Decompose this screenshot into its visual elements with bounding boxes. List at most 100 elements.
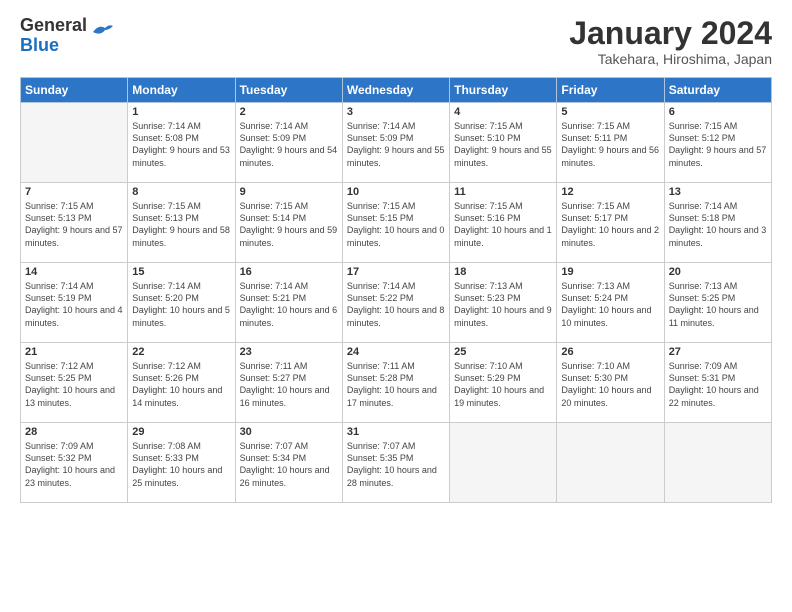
calendar-cell [664, 423, 771, 503]
day-number: 3 [347, 106, 445, 118]
weekday-header-thursday: Thursday [450, 78, 557, 103]
calendar-cell: 2Sunrise: 7:14 AMSunset: 5:09 PMDaylight… [235, 103, 342, 183]
day-number: 1 [132, 106, 230, 118]
day-info: Sunrise: 7:15 AMSunset: 5:11 PMDaylight:… [561, 120, 659, 169]
day-info: Sunrise: 7:15 AMSunset: 5:17 PMDaylight:… [561, 200, 659, 249]
calendar-cell [557, 423, 664, 503]
day-info: Sunrise: 7:14 AMSunset: 5:09 PMDaylight:… [347, 120, 445, 169]
calendar-cell [21, 103, 128, 183]
day-info: Sunrise: 7:07 AMSunset: 5:35 PMDaylight:… [347, 440, 445, 489]
day-info: Sunrise: 7:12 AMSunset: 5:25 PMDaylight:… [25, 360, 123, 409]
day-number: 29 [132, 426, 230, 438]
calendar-cell: 29Sunrise: 7:08 AMSunset: 5:33 PMDayligh… [128, 423, 235, 503]
day-number: 26 [561, 346, 659, 358]
calendar-cell: 12 Sunrise: 7:15 AMSunset: 5:17 PMDayligh… [557, 183, 664, 263]
day-info: Sunrise: 7:11 AMSunset: 5:28 PMDaylight:… [347, 360, 445, 409]
day-info: Sunrise: 7:14 AMSunset: 5:18 PMDaylight:… [669, 200, 767, 249]
day-number: 31 [347, 426, 445, 438]
calendar-cell: 4 Sunrise: 7:15 AMSunset: 5:10 PMDaylight… [450, 103, 557, 183]
day-info: Sunrise: 7:12 AMSunset: 5:26 PMDaylight:… [132, 360, 230, 409]
day-number: 6 [669, 106, 767, 118]
calendar-cell: 20 Sunrise: 7:13 AMSunset: 5:25 PMDayligh… [664, 263, 771, 343]
logo-text: General Blue [20, 16, 87, 56]
calendar-cell: 11 Sunrise: 7:15 AMSunset: 5:16 PMDayligh… [450, 183, 557, 263]
day-number: 25 [454, 346, 552, 358]
month-title: January 2024 [569, 16, 772, 51]
title-area: January 2024 Takehara, Hiroshima, Japan [569, 16, 772, 67]
day-info: Sunrise: 7:14 AMSunset: 5:09 PMDaylight:… [240, 120, 338, 169]
calendar-cell: 30 Sunrise: 7:07 AMSunset: 5:34 PMDayligh… [235, 423, 342, 503]
calendar-cell: 6 Sunrise: 7:15 AMSunset: 5:12 PMDaylight… [664, 103, 771, 183]
day-number: 4 [454, 106, 552, 118]
day-info: Sunrise: 7:13 AMSunset: 5:25 PMDaylight:… [669, 280, 767, 329]
calendar-cell: 8Sunrise: 7:15 AMSunset: 5:13 PMDaylight… [128, 183, 235, 263]
logo-general: General [20, 15, 87, 35]
weekday-header-friday: Friday [557, 78, 664, 103]
calendar-cell: 22 Sunrise: 7:12 AMSunset: 5:26 PMDayligh… [128, 343, 235, 423]
day-number: 14 [25, 266, 123, 278]
day-number: 30 [240, 426, 338, 438]
day-info: Sunrise: 7:10 AMSunset: 5:29 PMDaylight:… [454, 360, 552, 409]
day-number: 18 [454, 266, 552, 278]
calendar-cell: 27Sunrise: 7:09 AMSunset: 5:31 PMDayligh… [664, 343, 771, 423]
calendar-cell: 1 Sunrise: 7:14 AMSunset: 5:08 PMDaylight… [128, 103, 235, 183]
day-info: Sunrise: 7:14 AMSunset: 5:08 PMDaylight:… [132, 120, 230, 169]
day-number: 27 [669, 346, 767, 358]
calendar-cell: 31 Sunrise: 7:07 AMSunset: 5:35 PMDayligh… [342, 423, 449, 503]
day-number: 13 [669, 186, 767, 198]
day-info: Sunrise: 7:15 AMSunset: 5:16 PMDaylight:… [454, 200, 552, 249]
calendar-week-row: 14 Sunrise: 7:14 AMSunset: 5:19 PMDayligh… [21, 263, 772, 343]
day-info: Sunrise: 7:15 AMSunset: 5:12 PMDaylight:… [669, 120, 767, 169]
calendar-cell: 23 Sunrise: 7:11 AMSunset: 5:27 PMDayligh… [235, 343, 342, 423]
calendar-cell: 19 Sunrise: 7:13 AMSunset: 5:24 PMDayligh… [557, 263, 664, 343]
calendar-cell: 7 Sunrise: 7:15 AMSunset: 5:13 PMDaylight… [21, 183, 128, 263]
day-info: Sunrise: 7:14 AMSunset: 5:20 PMDaylight:… [132, 280, 230, 329]
day-info: Sunrise: 7:11 AMSunset: 5:27 PMDaylight:… [240, 360, 338, 409]
day-number: 23 [240, 346, 338, 358]
calendar-cell: 25 Sunrise: 7:10 AMSunset: 5:29 PMDayligh… [450, 343, 557, 423]
day-number: 22 [132, 346, 230, 358]
day-number: 19 [561, 266, 659, 278]
day-info: Sunrise: 7:15 AMSunset: 5:10 PMDaylight:… [454, 120, 552, 169]
weekday-header-wednesday: Wednesday [342, 78, 449, 103]
day-number: 20 [669, 266, 767, 278]
weekday-header-row: SundayMondayTuesdayWednesdayThursdayFrid… [21, 78, 772, 103]
day-number: 5 [561, 106, 659, 118]
weekday-header-monday: Monday [128, 78, 235, 103]
weekday-header-tuesday: Tuesday [235, 78, 342, 103]
day-number: 21 [25, 346, 123, 358]
header: General Blue January 2024 Takehara, Hiro… [20, 16, 772, 67]
day-number: 11 [454, 186, 552, 198]
day-number: 7 [25, 186, 123, 198]
day-number: 28 [25, 426, 123, 438]
calendar-week-row: 21 Sunrise: 7:12 AMSunset: 5:25 PMDayligh… [21, 343, 772, 423]
day-info: Sunrise: 7:14 AMSunset: 5:21 PMDaylight:… [240, 280, 338, 329]
day-info: Sunrise: 7:15 AMSunset: 5:14 PMDaylight:… [240, 200, 338, 249]
calendar-cell: 15 Sunrise: 7:14 AMSunset: 5:20 PMDayligh… [128, 263, 235, 343]
weekday-header-sunday: Sunday [21, 78, 128, 103]
calendar-week-row: 7 Sunrise: 7:15 AMSunset: 5:13 PMDaylight… [21, 183, 772, 263]
calendar-cell: 21 Sunrise: 7:12 AMSunset: 5:25 PMDayligh… [21, 343, 128, 423]
day-number: 9 [240, 186, 338, 198]
day-info: Sunrise: 7:14 AMSunset: 5:19 PMDaylight:… [25, 280, 123, 329]
logo-blue: Blue [20, 35, 59, 55]
day-info: Sunrise: 7:15 AMSunset: 5:13 PMDaylight:… [25, 200, 123, 249]
calendar-week-row: 1 Sunrise: 7:14 AMSunset: 5:08 PMDaylight… [21, 103, 772, 183]
calendar-cell: 17Sunrise: 7:14 AMSunset: 5:22 PMDayligh… [342, 263, 449, 343]
day-number: 17 [347, 266, 445, 278]
day-number: 24 [347, 346, 445, 358]
calendar-cell: 26Sunrise: 7:10 AMSunset: 5:30 PMDayligh… [557, 343, 664, 423]
day-number: 15 [132, 266, 230, 278]
day-number: 12 [561, 186, 659, 198]
day-info: Sunrise: 7:13 AMSunset: 5:24 PMDaylight:… [561, 280, 659, 329]
day-number: 10 [347, 186, 445, 198]
day-number: 8 [132, 186, 230, 198]
weekday-header-saturday: Saturday [664, 78, 771, 103]
calendar-cell: 24 Sunrise: 7:11 AMSunset: 5:28 PMDayligh… [342, 343, 449, 423]
calendar-cell [450, 423, 557, 503]
calendar-cell: 14 Sunrise: 7:14 AMSunset: 5:19 PMDayligh… [21, 263, 128, 343]
calendar-cell: 18Sunrise: 7:13 AMSunset: 5:23 PMDayligh… [450, 263, 557, 343]
location: Takehara, Hiroshima, Japan [569, 51, 772, 67]
day-info: Sunrise: 7:15 AMSunset: 5:15 PMDaylight:… [347, 200, 445, 249]
day-info: Sunrise: 7:07 AMSunset: 5:34 PMDaylight:… [240, 440, 338, 489]
